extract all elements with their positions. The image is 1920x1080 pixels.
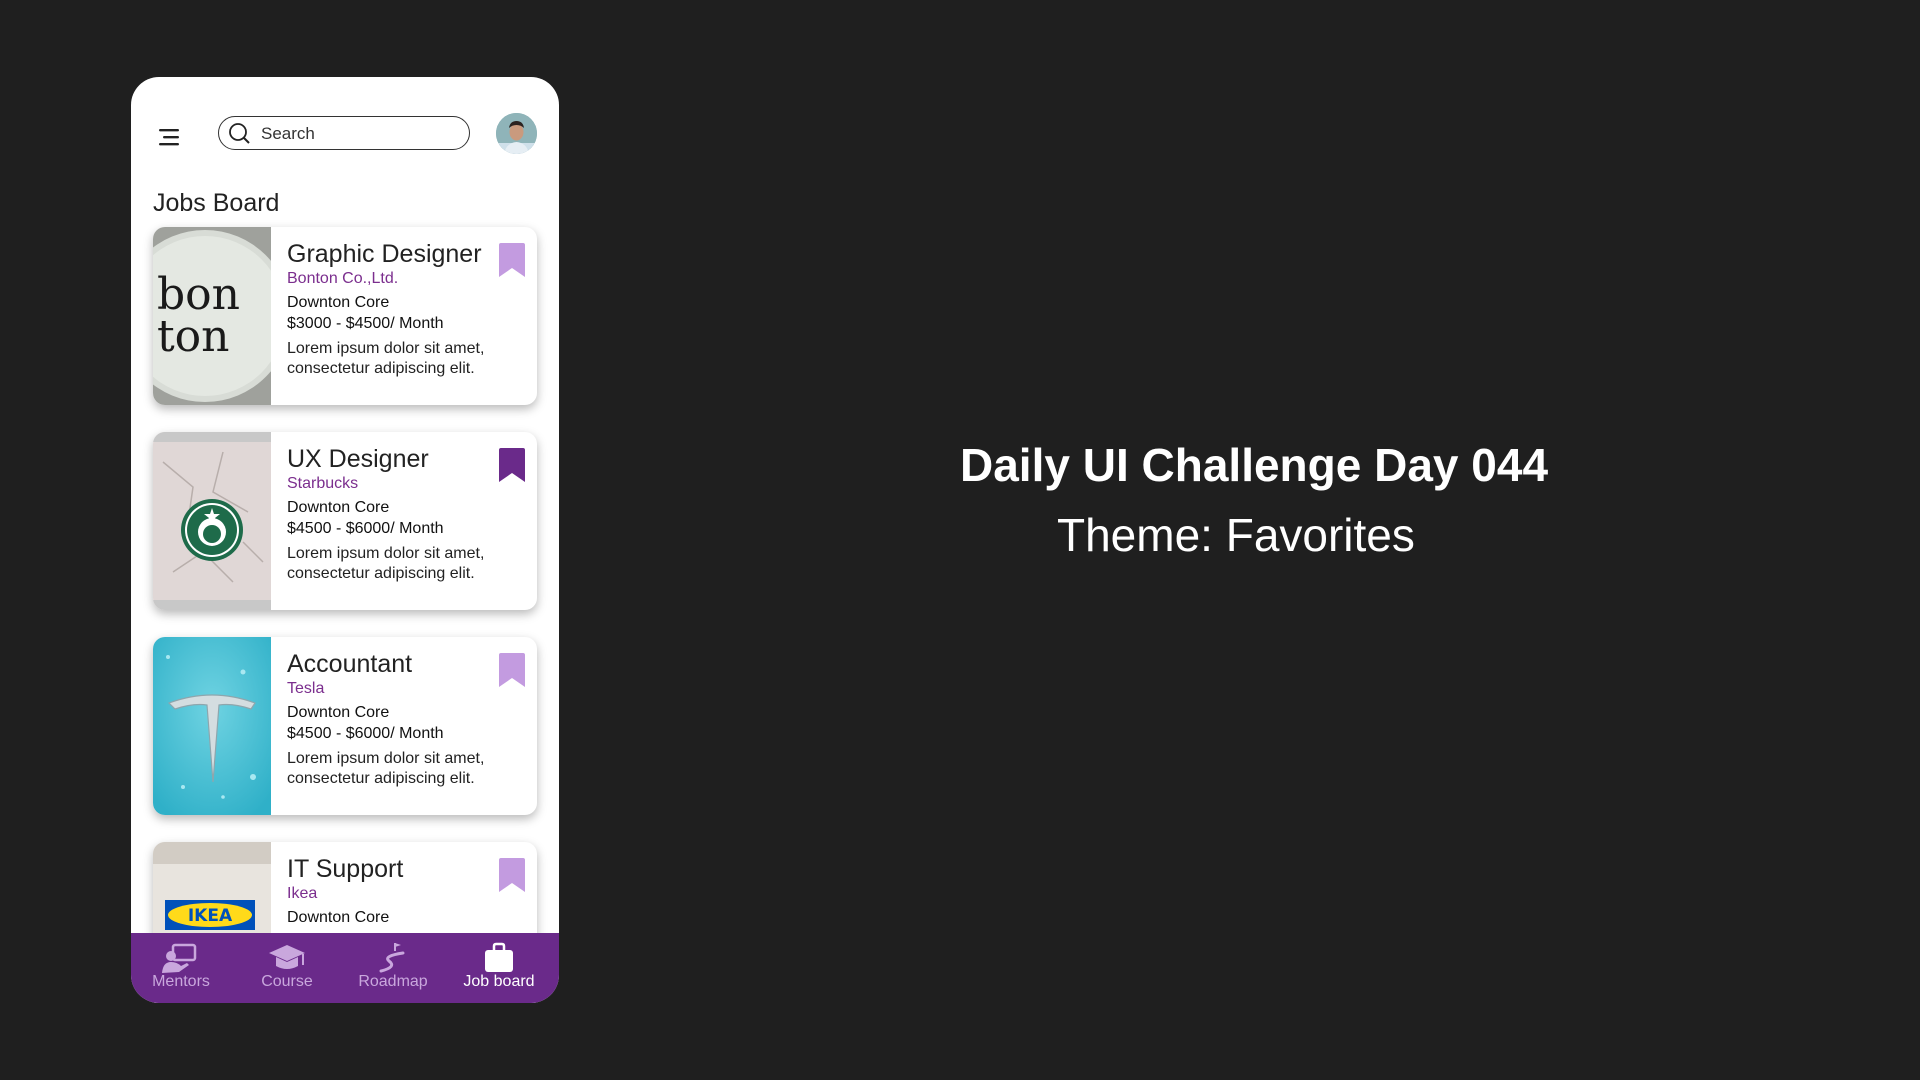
challenge-theme: Theme: Favorites xyxy=(1057,509,1415,561)
job-title: Graphic Designer xyxy=(287,240,482,268)
job-location: Downton Core xyxy=(287,704,390,721)
nav-item-course[interactable]: Course xyxy=(237,941,337,991)
job-salary: $4500 - $6000/ Month xyxy=(287,519,444,537)
avatar-image xyxy=(496,113,537,154)
company-name[interactable]: Bonton Co.,Ltd. xyxy=(287,269,517,289)
graduation-cap-icon xyxy=(269,945,305,969)
company-name[interactable]: Starbucks xyxy=(287,474,517,494)
job-card[interactable]: Accountant Tesla Downton Core $4500 - $6… xyxy=(153,637,537,815)
job-description: Lorem ipsum dolor sit amet, consectetur … xyxy=(287,340,485,377)
nav-item-roadmap[interactable]: Roadmap xyxy=(343,941,443,991)
bookmark-icon[interactable] xyxy=(499,653,525,687)
job-card[interactable]: UX Designer Starbucks Downton Core $4500… xyxy=(153,432,537,610)
job-location: Downton Core xyxy=(287,499,390,516)
bottom-navigation: Mentors Course Roadmap Job board xyxy=(131,933,559,1003)
logo-text: IKEA xyxy=(188,906,233,926)
search-placeholder: Search xyxy=(261,124,315,143)
section-title: Jobs Board xyxy=(153,189,280,217)
logo-text-line2: ton xyxy=(157,311,230,362)
bookmark-icon[interactable] xyxy=(499,448,525,482)
job-title: Accountant xyxy=(287,650,413,678)
roadmap-icon xyxy=(379,943,405,973)
nav-item-job-board[interactable]: Job board xyxy=(449,941,549,991)
bookmark-icon[interactable] xyxy=(499,243,525,277)
mentor-icon xyxy=(162,943,197,973)
nav-label: Roadmap xyxy=(358,973,428,990)
nav-label: Job board xyxy=(463,973,535,990)
job-location: Downton Core xyxy=(287,909,390,926)
challenge-title: Daily UI Challenge Day 044 xyxy=(960,439,1549,491)
job-salary: $4500 - $6000/ Month xyxy=(287,724,444,742)
job-description: Lorem ipsum dolor sit amet, consectetur … xyxy=(287,545,485,582)
app-header: Search xyxy=(131,77,559,187)
company-logo-image xyxy=(153,432,271,610)
nav-label: Mentors xyxy=(152,973,210,990)
menu-icon[interactable] xyxy=(155,127,183,147)
job-salary: $3000 - $4500/ Month xyxy=(287,314,444,332)
job-description: Lorem ipsum dolor sit amet, consectetur … xyxy=(287,750,485,787)
nav-item-mentors[interactable]: Mentors xyxy=(131,941,231,991)
briefcase-icon xyxy=(485,942,513,972)
job-location: Downton Core xyxy=(287,294,390,311)
job-title: IT Support xyxy=(287,855,404,883)
bookmark-icon[interactable] xyxy=(499,858,525,892)
company-logo-image xyxy=(153,637,271,815)
job-title: UX Designer xyxy=(287,445,429,473)
company-name[interactable]: Ikea xyxy=(287,884,517,904)
search-input[interactable]: Search xyxy=(218,116,470,150)
nav-label: Course xyxy=(261,973,313,990)
job-card[interactable]: bon ton Graphic Designer Bonton Co.,Ltd.… xyxy=(153,227,537,405)
company-name[interactable]: Tesla xyxy=(287,679,517,699)
search-icon xyxy=(229,123,250,144)
phone-screen: Search Jobs Board bon ton Graphic Design… xyxy=(131,77,559,1003)
avatar[interactable] xyxy=(496,113,537,154)
company-logo-image: bon ton xyxy=(153,227,271,405)
